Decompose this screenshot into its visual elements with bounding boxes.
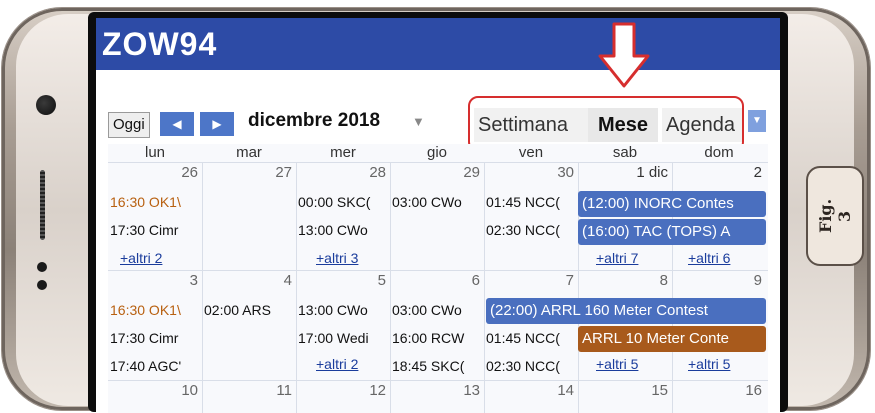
chevron-down-icon[interactable]: ▼ — [748, 110, 766, 132]
chevron-down-icon[interactable]: ▼ — [412, 114, 425, 129]
calendar-event[interactable]: 02:30 NCC( — [486, 358, 578, 374]
day-number[interactable]: 8 — [578, 272, 668, 289]
calendar-event[interactable]: 17:40 AGC' — [110, 358, 202, 374]
day-number[interactable]: 9 — [672, 272, 762, 289]
weekday-header: mar — [236, 144, 262, 161]
calendar-event-bar[interactable]: (12:00) INORC Contes — [578, 191, 766, 217]
calendar-event[interactable]: 18:45 SKC( — [392, 358, 484, 374]
calendar-event[interactable]: 13:00 CWo — [298, 222, 390, 238]
grid-line — [108, 162, 768, 163]
calendar-event[interactable]: 16:30 OK1\ — [110, 302, 202, 318]
weekday-header: dom — [704, 144, 734, 161]
day-number[interactable]: 10 — [108, 382, 198, 399]
calendar-event[interactable]: 02:30 NCC( — [486, 222, 578, 238]
calendar-event[interactable]: 17:30 Cimr — [110, 222, 200, 238]
app-title: ZOW94 — [102, 26, 218, 62]
more-events-link[interactable]: +altri 2 — [120, 250, 162, 266]
calendar-event[interactable]: 03:00 CWo — [392, 194, 484, 210]
day-number[interactable]: 6 — [390, 272, 480, 289]
weekday-header: gio — [426, 144, 448, 161]
calendar-event[interactable]: 17:00 Wedi — [298, 330, 390, 346]
calendar-event[interactable]: 13:00 CWo — [298, 302, 390, 318]
day-number[interactable]: 13 — [390, 382, 480, 399]
more-events-link[interactable]: +altri 3 — [316, 250, 358, 266]
speaker-grille — [40, 170, 45, 240]
calendar-event[interactable]: 03:00 CWo — [392, 302, 484, 318]
day-number[interactable]: 4 — [202, 272, 292, 289]
more-events-link[interactable]: +altri 5 — [688, 356, 730, 372]
figure-label: Fig. 3 — [816, 198, 854, 234]
prev-month-button[interactable]: ◀ — [160, 112, 194, 136]
day-number[interactable]: 16 — [672, 382, 762, 399]
day-number[interactable]: 15 — [578, 382, 668, 399]
day-number[interactable]: 28 — [296, 164, 386, 181]
today-button[interactable]: Oggi — [108, 112, 150, 138]
down-arrow-icon — [598, 22, 650, 88]
calendar-event-bar[interactable]: (22:00) ARRL 160 Meter Contest — [486, 298, 766, 324]
day-number[interactable]: 12 — [296, 382, 386, 399]
day-number[interactable]: 26 — [108, 164, 198, 181]
day-number[interactable]: 30 — [484, 164, 574, 181]
more-events-link[interactable]: +altri 7 — [596, 250, 638, 266]
weekday-header: mer — [330, 144, 356, 161]
sensor-dot — [37, 262, 47, 272]
calendar-event[interactable]: 00:00 SKC( — [298, 194, 390, 210]
calendar-event-bar[interactable]: (16:00) TAC (TOPS) A — [578, 219, 766, 245]
day-number[interactable]: 3 — [108, 272, 198, 289]
weekday-header: lun — [144, 144, 166, 161]
day-number[interactable]: 5 — [296, 272, 386, 289]
app-bar: ZOW94 — [96, 18, 780, 70]
calendar-event[interactable]: 01:45 NCC( — [486, 194, 578, 210]
calendar-event[interactable]: 16:30 OK1\ — [110, 194, 200, 210]
front-camera — [36, 95, 56, 115]
calendar-event-bar[interactable]: ARRL 10 Meter Conte — [578, 326, 766, 352]
month-label: dicembre 2018 — [248, 110, 381, 131]
day-number[interactable]: 7 — [484, 272, 574, 289]
more-events-link[interactable]: +altri 2 — [316, 356, 358, 372]
day-number[interactable]: 27 — [202, 164, 292, 181]
calendar-event[interactable]: 02:00 ARS — [204, 302, 296, 318]
more-events-link[interactable]: +altri 6 — [688, 250, 730, 266]
calendar-event[interactable]: 16:00 RCW — [392, 330, 484, 346]
sensor-dot — [37, 280, 47, 290]
grid-line — [108, 380, 768, 381]
grid-line — [108, 270, 768, 271]
app-screen: ZOW94 Oggi ◀ ▶ dicembre 2018 ▼ Settimana… — [96, 18, 780, 413]
more-events-link[interactable]: +altri 5 — [596, 356, 638, 372]
next-month-button[interactable]: ▶ — [200, 112, 234, 136]
day-number[interactable]: 2 — [672, 164, 762, 181]
day-number[interactable]: 29 — [390, 164, 480, 181]
weekday-header: ven — [518, 144, 544, 161]
day-number[interactable]: 1 dic — [578, 164, 668, 181]
calendar-event[interactable]: 17:30 Cimr — [110, 330, 202, 346]
day-number[interactable]: 14 — [484, 382, 574, 399]
day-number[interactable]: 11 — [202, 382, 292, 399]
calendar-event[interactable]: 01:45 NCC( — [486, 330, 578, 346]
weekday-header: sab — [612, 144, 638, 161]
